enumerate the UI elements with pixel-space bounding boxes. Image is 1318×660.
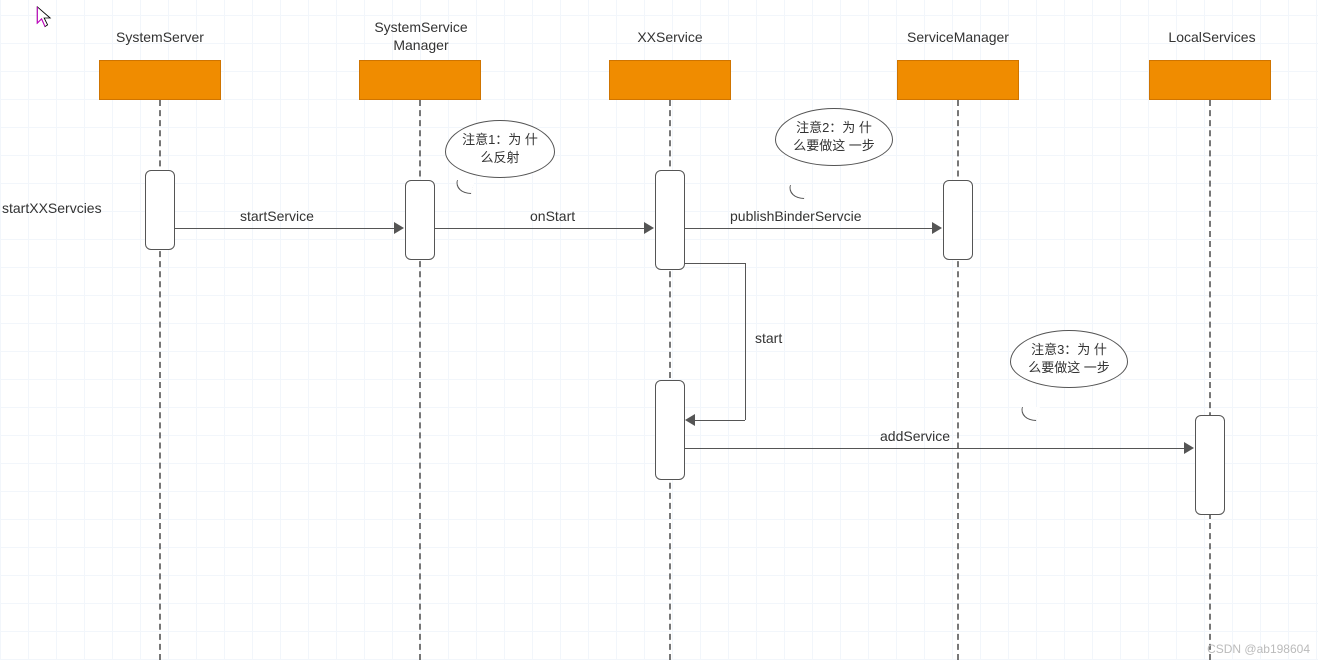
activation-ssm-1	[405, 180, 435, 260]
self-vert	[745, 263, 746, 420]
activation-xxservice-2	[655, 380, 685, 480]
msg-label-m3: publishBinderServcie	[730, 208, 862, 224]
lane-head-xxservice	[609, 60, 731, 100]
note-tail-3	[1018, 407, 1040, 421]
arrow-line-m2	[435, 228, 647, 229]
activation-xxservice-1	[655, 170, 685, 270]
lane-label-systemserver: SystemServer	[110, 28, 210, 46]
lane-head-systemserver	[99, 60, 221, 100]
arrow-head-m1	[394, 222, 404, 234]
activation-servicemanager-1	[943, 180, 973, 260]
lane-head-systemservicemanager	[359, 60, 481, 100]
note-bubble-2: 注意2：为 什么要做这 一步	[775, 108, 893, 166]
arrow-line-m3	[685, 228, 935, 229]
lifeline-localservices	[1209, 100, 1211, 660]
msg-label-m2: onStart	[530, 208, 575, 224]
self-arrow-head	[685, 414, 695, 426]
note-bubble-3: 注意3：为 什么要做这 一步	[1010, 330, 1128, 388]
lane-head-servicemanager	[897, 60, 1019, 100]
activation-localservices-1	[1195, 415, 1225, 515]
self-top	[685, 263, 745, 264]
msg-label-m1: startService	[240, 208, 314, 224]
note-tail-1	[453, 180, 475, 194]
msg-label-self: start	[755, 330, 782, 346]
note-tail-2	[786, 185, 808, 199]
arrow-head-m3	[932, 222, 942, 234]
arrow-head-m4	[1184, 442, 1194, 454]
lane-label-servicemanager: ServiceManager	[898, 28, 1018, 46]
watermark: CSDN @ab198604	[1207, 642, 1310, 656]
msg-label-m4: addService	[880, 428, 950, 444]
lane-label-localservices: LocalServices	[1152, 28, 1272, 46]
arrow-line-m1	[175, 228, 397, 229]
msg-incoming-label: startXXServcies	[2, 200, 102, 216]
note-bubble-1: 注意1：为 什么反射	[445, 120, 555, 178]
arrow-head-m2	[644, 222, 654, 234]
self-bottom	[695, 420, 745, 421]
lane-label-xxservice: XXService	[620, 28, 720, 46]
cursor-icon	[36, 6, 54, 30]
activation-systemserver-1	[145, 170, 175, 250]
lane-head-localservices	[1149, 60, 1271, 100]
lane-label-systemservicemanager: SystemService Manager	[356, 18, 486, 54]
arrow-line-m4	[685, 448, 1187, 449]
